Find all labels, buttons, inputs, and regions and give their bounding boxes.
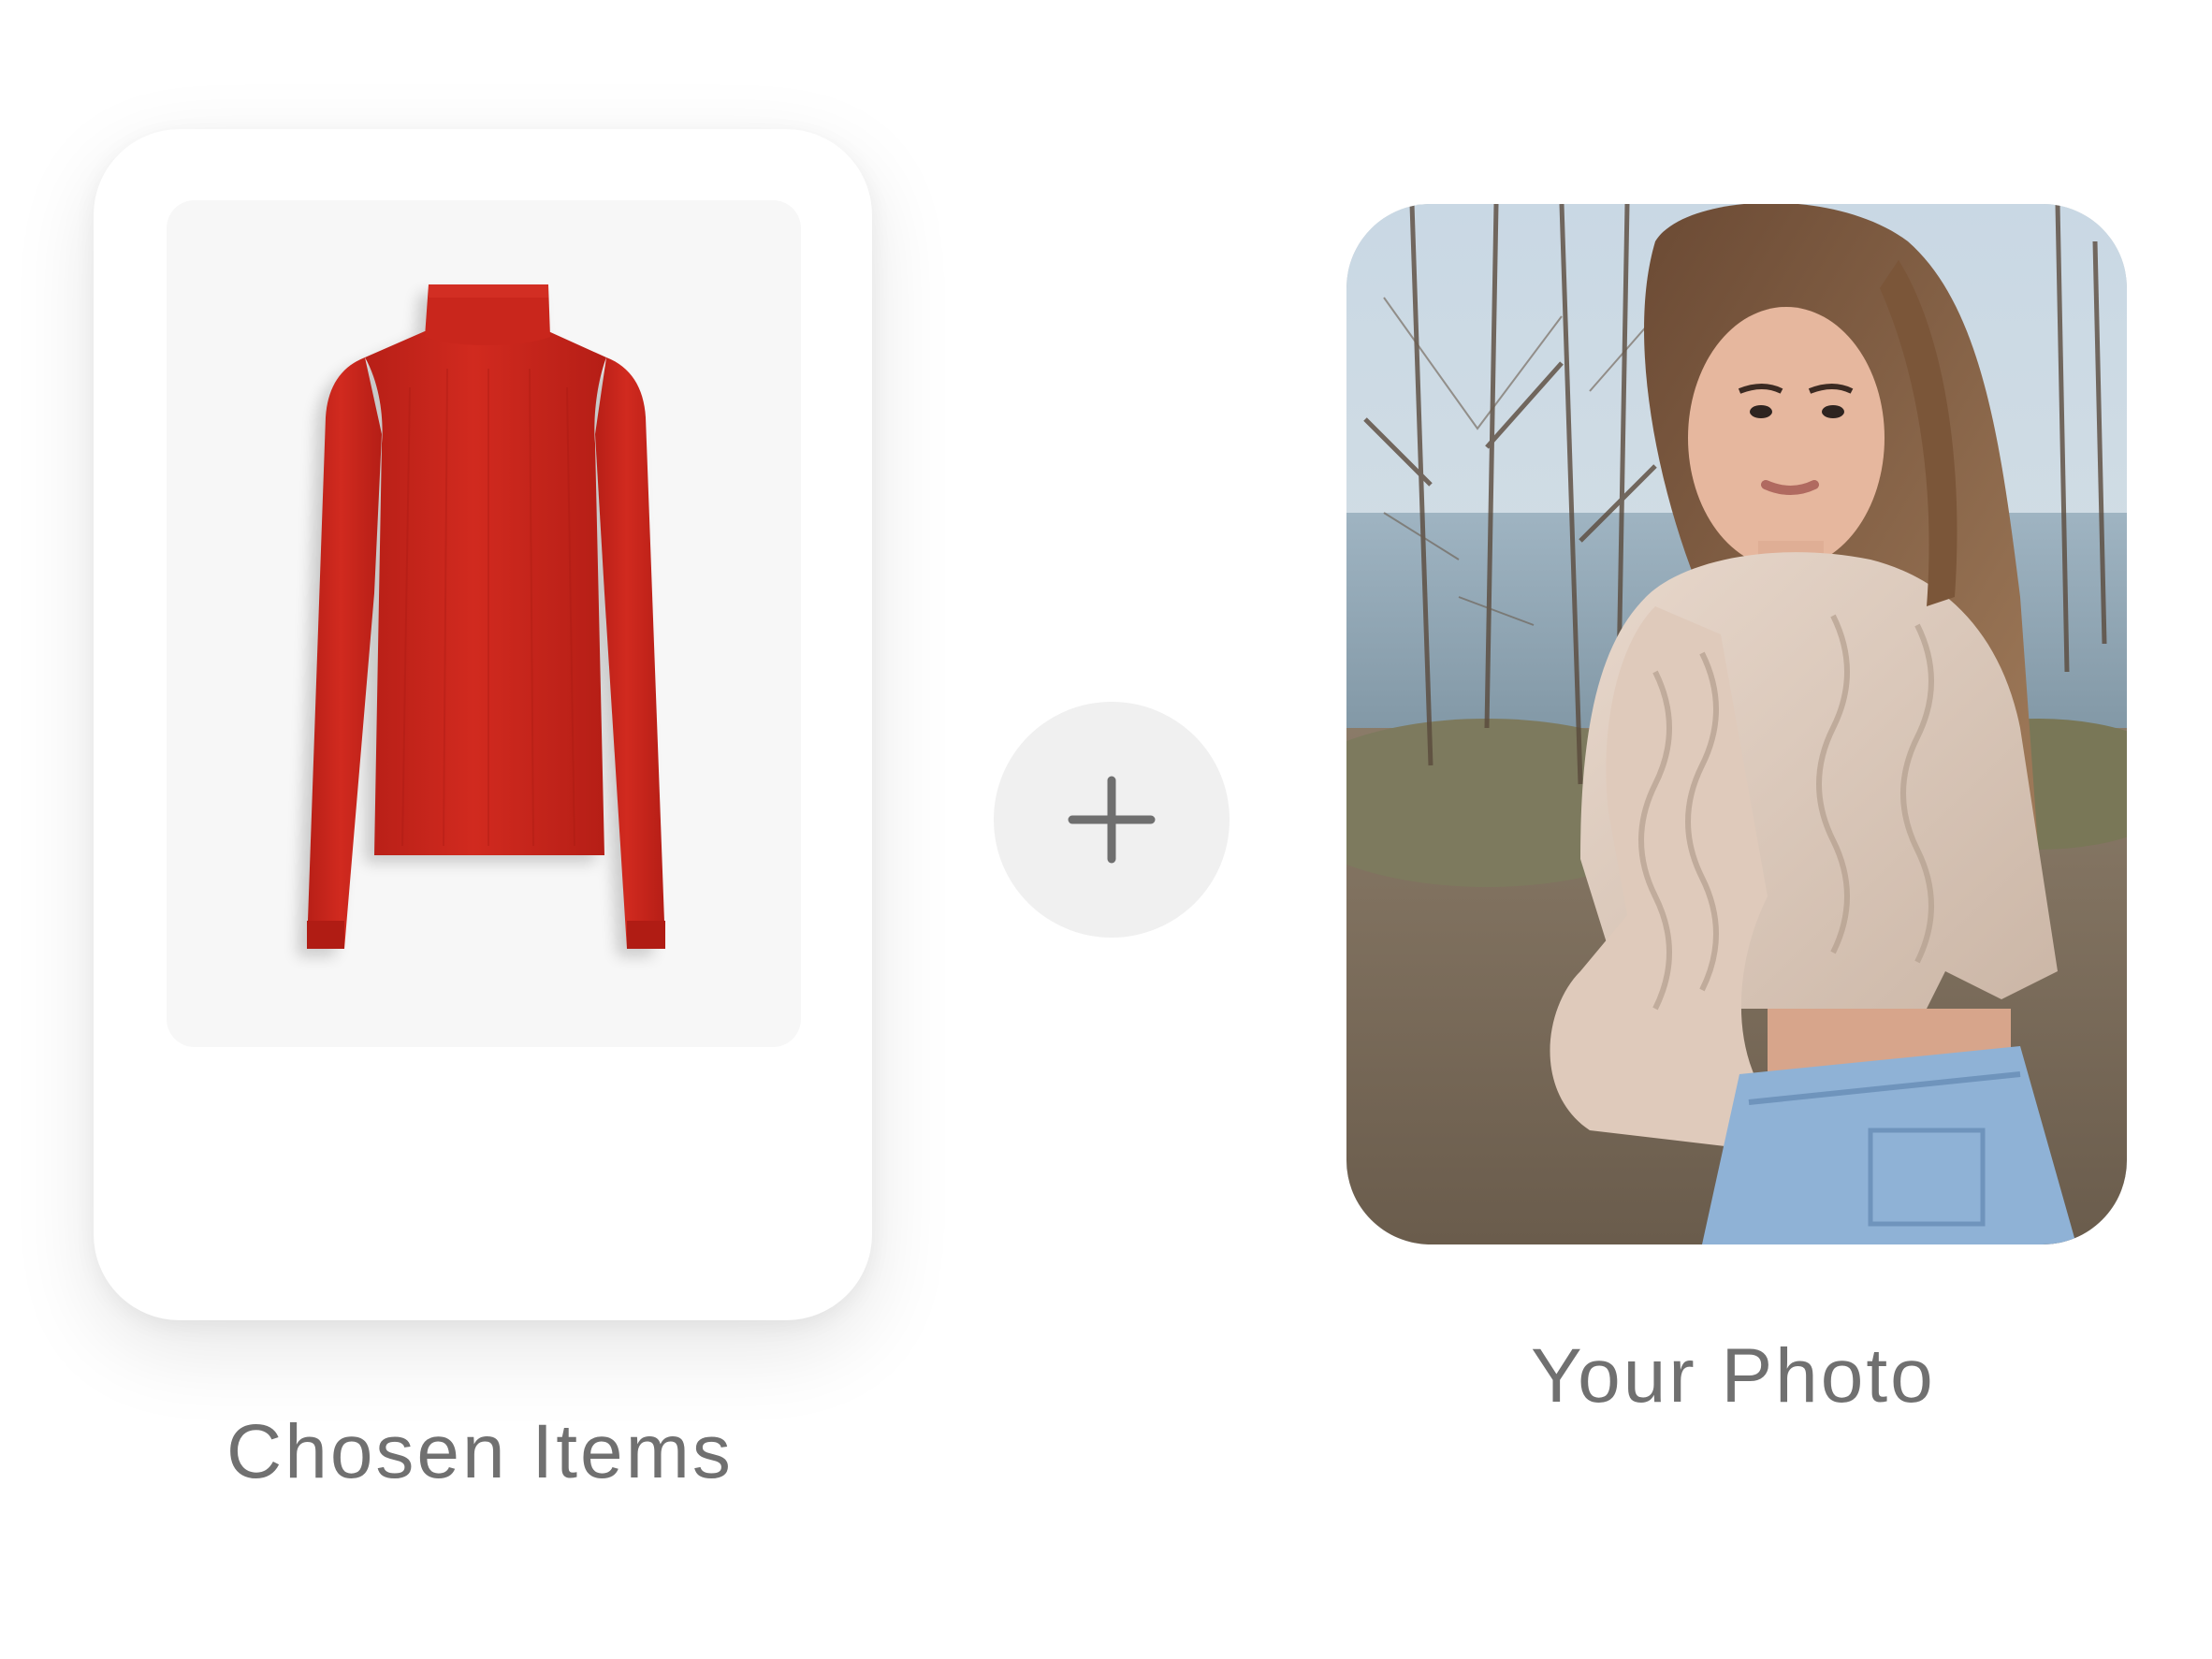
person-photo-icon — [1346, 204, 2127, 1244]
chosen-item-thumbnail[interactable] — [167, 200, 801, 1047]
your-photo-image[interactable] — [1346, 204, 2127, 1244]
chosen-items-card[interactable] — [94, 129, 872, 1320]
try-on-screen: Chosen Items Your Photo — [0, 0, 2212, 1659]
red-turtleneck-image — [298, 284, 665, 956]
add-button[interactable] — [994, 702, 1230, 938]
your-photo-label: Your Photo — [1531, 1333, 1936, 1419]
chosen-items-label: Chosen Items — [226, 1409, 734, 1494]
plus-icon — [1068, 776, 1156, 864]
